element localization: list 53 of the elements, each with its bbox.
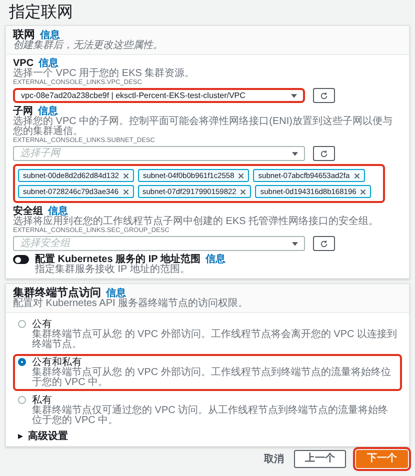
advanced-settings-toggle[interactable]: 高级设置 [13, 430, 73, 443]
section-title: 集群终端节点访问 [13, 287, 101, 299]
section-description: 创建集群后，无法更改这些属性。 [13, 41, 164, 51]
close-icon[interactable] [122, 188, 129, 194]
refresh-button[interactable] [313, 88, 335, 103]
close-icon[interactable] [354, 172, 360, 178]
toggle-description: 指定集群服务接收 IP 地址的范围。 [35, 265, 190, 275]
next-button[interactable]: 下一个 [356, 450, 408, 468]
option-label: 公有 [32, 319, 52, 330]
option-description: 集群终端节点仅可通过您的 VPC 访问。从工作线程节点到终端节点的流量将始终位于您的 VPC 中。 [32, 406, 390, 426]
toggle-switch[interactable] [13, 255, 29, 264]
close-icon[interactable] [240, 188, 246, 194]
previous-button[interactable]: 上一个 [294, 450, 346, 468]
section-description: 配置对 Kubernetes API 服务器终端节点的访问权限。 [13, 299, 250, 309]
expand-icon [18, 434, 23, 439]
info-link[interactable]: 信息 [40, 30, 60, 41]
field-description: 选择将应用到在您的工作线程节点子网中创建的 EKS 托管弹性网络接口的安全组。 [13, 217, 380, 227]
field-label: 安全组 [13, 206, 43, 217]
close-icon[interactable] [360, 188, 366, 194]
info-link[interactable]: 信息 [38, 58, 59, 69]
caret-icon [291, 94, 297, 98]
info-link[interactable]: 信息 [48, 206, 68, 217]
vpc-select[interactable]: vpc-08e7ad20a238cbe9f | eksctl-Percent-EKS-test-cluster/VPC [13, 88, 305, 103]
cancel-link[interactable]: 取消 [264, 452, 284, 466]
radio-button[interactable] [18, 396, 26, 404]
refresh-icon [320, 92, 328, 100]
close-icon[interactable] [238, 172, 244, 178]
radio-option[interactable]: 私有 集群终端节点仅可通过您的 VPC 访问。从工作线程节点到终端节点的流量将始终位于您的 VPC 中。 [13, 392, 402, 429]
radio-option[interactable]: 公有和私有 集群终端节点可从您 的 VPC 外部访问。工作线程节点到终端节点的流量将始终位于您的 VPC 中。 [13, 354, 402, 391]
refresh-button[interactable] [313, 146, 335, 161]
radio-option[interactable]: 公有 集群终端节点可从您 的 VPC 外部访问。工作线程节点将会离开您的 VPC 以连接到终端节点。 [13, 316, 402, 353]
page-title: 指定联网 [9, 3, 74, 23]
refresh-icon [320, 240, 328, 248]
radio-button[interactable] [18, 320, 26, 328]
option-label: 公有和私有 [32, 357, 82, 368]
caret-icon [292, 152, 298, 156]
field-label: VPC [13, 58, 34, 69]
info-link[interactable]: 信息 [205, 254, 226, 265]
section-title: 联网 [13, 29, 35, 41]
close-icon[interactable] [122, 172, 129, 178]
info-link[interactable]: 信息 [38, 106, 58, 117]
info-link[interactable]: 信息 [106, 288, 126, 299]
option-description: 集群终端节点可从您 的 VPC 外部访问。工作线程节点到终端节点的流量将始终位于您的 VPC 中。 [32, 368, 392, 388]
radio-button[interactable] [18, 358, 26, 366]
field-label: 子网 [13, 106, 33, 117]
toggle-label: 配置 Kubernetes 服务的 IP 地址范围 [35, 254, 200, 265]
field-description: 选择一个 VPC 用于您的 EKS 集群资源。 [13, 69, 196, 79]
option-description: 集群终端节点可从您 的 VPC 外部访问。工作线程节点将会离开您的 VPC 以连接到终端节点。 [32, 330, 397, 350]
refresh-button[interactable] [313, 236, 335, 251]
option-label: 私有 [32, 395, 52, 406]
field-description: 选择您的 VPC 中的子网。控制平面可能会将弹性网络接口(ENI)放置到这些子网以便与您的集群通信。 [13, 117, 394, 137]
caret-icon [292, 242, 298, 246]
refresh-icon [320, 150, 328, 158]
